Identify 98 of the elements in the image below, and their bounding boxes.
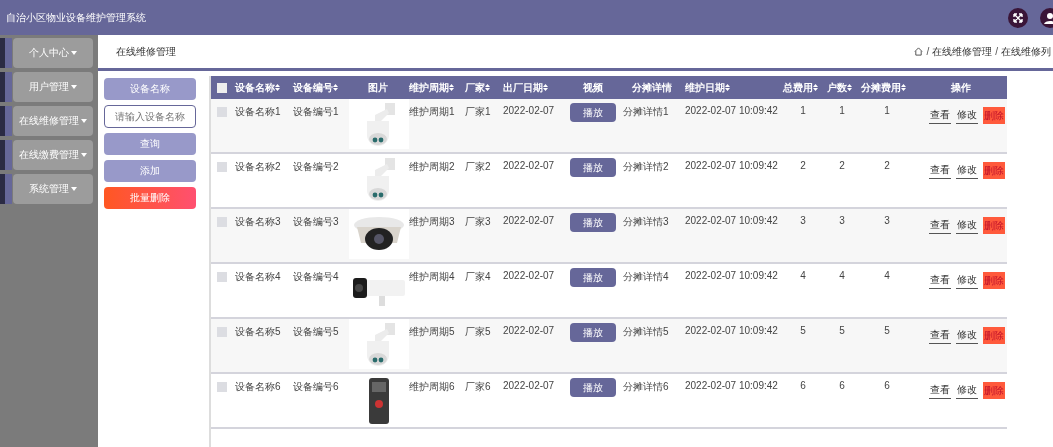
edit-button[interactable]: 修改 (956, 217, 978, 234)
table-cell: 2022-02-07 (503, 215, 555, 226)
table-cell: 2022-02-07 (503, 160, 555, 171)
table-cell: 分摊详情2 (623, 161, 669, 172)
sidebar-item[interactable]: 在线维修管理 (13, 106, 93, 136)
play-button[interactable]: 播放 (570, 158, 616, 177)
table-cell: 分摊详情6 (623, 381, 669, 392)
breadcrumb-separator: / (995, 46, 998, 57)
table-cell: 厂家3 (465, 216, 491, 227)
column-header: 视频 (583, 81, 603, 93)
table-cell: 2022-02-07 (503, 105, 555, 116)
table-cell: 2022-02-07 10:09:42 (685, 325, 778, 336)
table-cell: 2 (884, 160, 890, 171)
table-cell: 分摊详情4 (623, 271, 669, 282)
table-cell: 设备编号4 (293, 271, 339, 282)
edit-button[interactable]: 修改 (956, 107, 978, 124)
sidebar-item[interactable]: 系统管理 (13, 174, 93, 204)
table-cell: 1 (884, 105, 890, 116)
table-cell: 5 (839, 325, 845, 336)
table-cell: 分摊详情1 (623, 106, 669, 117)
table-cell: 2022-02-07 10:09:42 (685, 380, 778, 391)
edit-button[interactable]: 修改 (956, 272, 978, 289)
table-cell: 设备名称3 (235, 216, 281, 227)
table-cell: 设备名称6 (235, 381, 281, 392)
table-cell: 设备名称5 (235, 326, 281, 337)
field-label: 设备名称 (104, 78, 196, 100)
column-header: 操作 (951, 81, 971, 93)
table-cell: 设备名称4 (235, 271, 281, 282)
play-button[interactable]: 播放 (570, 378, 616, 397)
table-cell: 3 (884, 215, 890, 226)
table-cell: 维护周期3 (409, 216, 455, 227)
table-cell: 维护周期4 (409, 271, 455, 282)
view-button[interactable]: 查看 (929, 382, 951, 399)
table-cell: 6 (800, 380, 806, 391)
table-cell: 维护周期6 (409, 381, 455, 392)
sidebar-item[interactable]: 用户管理 (13, 72, 93, 102)
table-cell: 1 (839, 105, 845, 116)
column-header: 图片 (368, 81, 388, 93)
table-cell: 设备编号1 (293, 106, 339, 117)
play-button[interactable]: 播放 (570, 323, 616, 342)
table-cell: 2022-02-07 10:09:42 (685, 105, 778, 116)
table-cell: 设备编号5 (293, 326, 339, 337)
breadcrumb-link[interactable]: 在线维修列 (1001, 44, 1051, 59)
table-cell: 维护周期1 (409, 106, 455, 117)
table-cell: 2022-02-07 (503, 270, 555, 281)
table-cell: 3 (839, 215, 845, 226)
table-cell: 设备名称1 (235, 106, 281, 117)
table-cell: 1 (800, 105, 806, 116)
table-cell: 设备编号2 (293, 161, 339, 172)
table-cell: 2 (839, 160, 845, 171)
table-cell: 4 (800, 270, 806, 281)
view-button[interactable]: 查看 (929, 217, 951, 234)
table-cell: 厂家1 (465, 106, 491, 117)
table-cell: 6 (884, 380, 890, 391)
table-cell: 厂家4 (465, 271, 491, 282)
table-cell: 2022-02-07 10:09:42 (685, 270, 778, 281)
table-cell: 设备编号6 (293, 381, 339, 392)
table-cell: 分摊详情3 (623, 216, 669, 227)
table-cell: 设备名称2 (235, 161, 281, 172)
batch-delete-button[interactable]: 批量删除 (104, 187, 196, 209)
action-button[interactable]: 添加 (104, 160, 196, 182)
table-cell: 3 (800, 215, 806, 226)
table-cell: 厂家5 (465, 326, 491, 337)
action-button[interactable]: 查询 (104, 133, 196, 155)
edit-button[interactable]: 修改 (956, 162, 978, 179)
table-cell: 2 (800, 160, 806, 171)
view-button[interactable]: 查看 (929, 107, 951, 124)
table-cell: 2022-02-07 10:09:42 (685, 160, 778, 171)
search-field[interactable]: 请输入设备名称 (104, 105, 196, 128)
breadcrumb-separator: / (926, 46, 930, 57)
breadcrumb-link[interactable]: 在线维修管理 (932, 44, 993, 59)
view-button[interactable]: 查看 (929, 327, 951, 344)
play-button[interactable]: 播放 (570, 268, 616, 287)
table-cell: 5 (800, 325, 806, 336)
table-cell: 4 (839, 270, 845, 281)
edit-button[interactable]: 修改 (956, 382, 978, 399)
table-cell: 5 (884, 325, 890, 336)
play-button[interactable]: 播放 (570, 103, 616, 122)
play-button[interactable]: 播放 (570, 213, 616, 232)
column-header: 分摊详情 (632, 81, 672, 93)
view-button[interactable]: 查看 (929, 272, 951, 289)
sidebar-item[interactable]: 在线缴费管理 (13, 140, 93, 170)
edit-button[interactable]: 修改 (956, 327, 978, 344)
table-cell: 分摊详情5 (623, 326, 669, 337)
page-title: 在线维修管理 (116, 44, 177, 59)
table-cell: 厂家6 (465, 381, 491, 392)
app-title: 自治小区物业设备维护管理系统 (6, 10, 147, 25)
table-cell: 2022-02-07 10:09:42 (685, 215, 778, 226)
table-cell: 厂家2 (465, 161, 491, 172)
view-button[interactable]: 查看 (929, 162, 951, 179)
table-cell: 6 (839, 380, 845, 391)
table-cell: 维护周期2 (409, 161, 455, 172)
table-cell: 设备编号3 (293, 216, 339, 227)
sidebar-item[interactable]: 个人中心 (13, 38, 93, 68)
table-cell: 4 (884, 270, 890, 281)
table-cell: 2022-02-07 (503, 380, 555, 391)
table-cell: 维护周期5 (409, 326, 455, 337)
table-cell: 2022-02-07 (503, 325, 555, 336)
